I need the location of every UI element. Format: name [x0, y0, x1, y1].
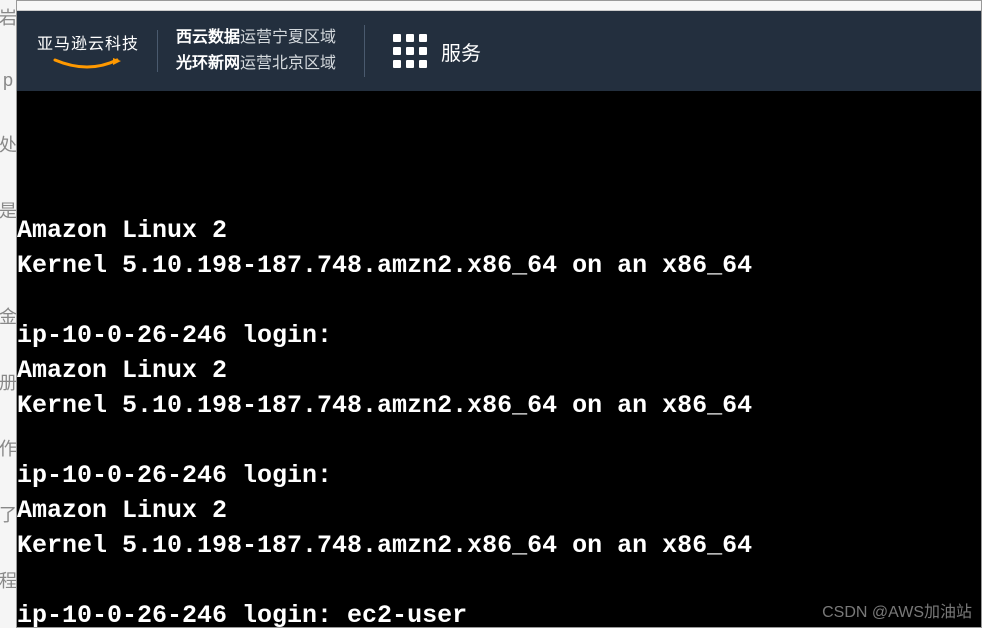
bg-char: 是: [0, 197, 17, 223]
bg-char: 处: [0, 131, 17, 157]
bg-char: 了: [0, 501, 17, 527]
services-menu-button[interactable]: 服务: [393, 34, 481, 68]
region-info: 西云数据运营宁夏区域 光环新网运营北京区域: [176, 25, 365, 76]
terminal-line: Amazon Linux 2: [17, 353, 981, 388]
terminal-line: [17, 283, 981, 318]
background-page-fragment: 岩 p 处是 金册作了程: [0, 0, 16, 628]
browser-frame-top: [17, 1, 981, 11]
bg-char: 册: [0, 369, 17, 395]
terminal-line: ip-10-0-26-246 login:: [17, 458, 981, 493]
region-line-2: 光环新网运营北京区域: [176, 51, 336, 77]
terminal-line: ip-10-0-26-246 login:: [17, 318, 981, 353]
services-label: 服务: [441, 37, 481, 66]
terminal-line: Kernel 5.10.198-187.748.amzn2.x86_64 on …: [17, 388, 981, 423]
console-window: 亚马逊云科技 西云数据运营宁夏区域 光环新网运营北京区域 服务 Amazon L…: [16, 0, 982, 628]
terminal-line: ip-10-0-26-246 login: ec2-user: [17, 598, 981, 627]
bg-char: 作: [0, 435, 17, 461]
terminal-line: Amazon Linux 2: [17, 493, 981, 528]
waffle-icon: [393, 34, 427, 68]
brand-text: 亚马逊云科技: [37, 30, 139, 54]
terminal-line: [17, 423, 981, 458]
bg-char: 金: [0, 303, 17, 329]
brand-swoosh-icon: [53, 58, 123, 72]
bg-char: 岩: [0, 4, 17, 30]
brand-block[interactable]: 亚马逊云科技: [37, 30, 158, 72]
bg-char: p: [3, 70, 13, 91]
bg-char: 程: [0, 567, 17, 593]
terminal-line: Kernel 5.10.198-187.748.amzn2.x86_64 on …: [17, 528, 981, 563]
terminal-line: [17, 563, 981, 598]
terminal-line: Amazon Linux 2: [17, 213, 981, 248]
terminal-line: Kernel 5.10.198-187.748.amzn2.x86_64 on …: [17, 248, 981, 283]
terminal-output[interactable]: Amazon Linux 2Kernel 5.10.198-187.748.am…: [17, 93, 981, 627]
aws-navbar: 亚马逊云科技 西云数据运营宁夏区域 光环新网运营北京区域 服务: [17, 11, 981, 91]
region-line-1: 西云数据运营宁夏区域: [176, 25, 336, 51]
